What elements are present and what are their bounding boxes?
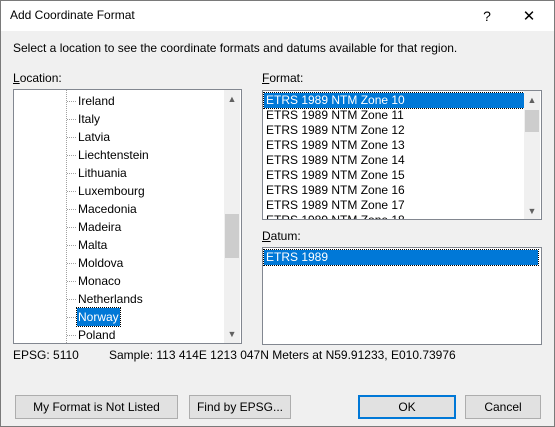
format-item[interactable]: ETRS 1989 NTM Zone 12 — [264, 123, 528, 138]
tree-connector-line — [66, 90, 67, 343]
tree-branch-line — [67, 299, 76, 300]
find-by-epsg-button[interactable]: Find by EPSG... — [189, 395, 291, 419]
epsg-code: EPSG: 5110 — [13, 348, 79, 362]
format-item[interactable]: ETRS 1989 NTM Zone 18 — [264, 213, 528, 219]
location-item-label: Ireland — [78, 94, 115, 108]
help-icon[interactable]: ? — [470, 1, 504, 31]
datum-label-text: atum: — [270, 229, 301, 243]
location-item-label: Liechtenstein — [78, 148, 149, 162]
add-coordinate-format-dialog: Add Coordinate Format ? ✕ Select a locat… — [0, 0, 555, 427]
datum-item[interactable]: ETRS 1989 — [263, 249, 539, 266]
location-item-label: Luxembourg — [78, 184, 145, 198]
format-item[interactable]: ETRS 1989 NTM Zone 17 — [264, 198, 528, 213]
close-icon[interactable]: ✕ — [512, 1, 546, 31]
tree-branch-line — [67, 209, 76, 210]
window-title: Add Coordinate Format — [10, 8, 135, 22]
datum-label-accesskey: D — [262, 229, 271, 243]
my-format-not-listed-button[interactable]: My Format is Not Listed — [15, 395, 178, 419]
format-label-text: ormat: — [269, 71, 304, 85]
tree-branch-line — [67, 335, 76, 336]
format-scroll-thumb[interactable] — [525, 110, 539, 132]
location-item-label: Macedonia — [78, 202, 137, 216]
tree-branch-line — [67, 119, 76, 120]
location-item-label: Latvia — [78, 130, 111, 144]
location-scrollbar[interactable]: ▲ ▼ — [224, 90, 240, 343]
location-item-label: Netherlands — [78, 292, 143, 306]
tree-branch-line — [67, 137, 76, 138]
location-item-label: Norway — [76, 307, 121, 327]
scroll-down-icon[interactable]: ▼ — [224, 325, 240, 342]
tree-branch-line — [67, 173, 76, 174]
title-bar: Add Coordinate Format ? ✕ — [1, 1, 554, 31]
location-item-label: Malta — [78, 238, 108, 252]
datum-list[interactable]: ETRS 1989 — [262, 247, 542, 345]
scroll-up-icon[interactable]: ▲ — [524, 91, 540, 108]
format-scrollbar[interactable]: ▲ ▼ — [524, 91, 540, 219]
format-list[interactable]: ETRS 1989 NTM Zone 10 ETRS 1989 NTM Zone … — [262, 90, 542, 220]
location-tree[interactable]: Ireland Italy Latvia Liechtenstein Lithuania… — [13, 89, 242, 344]
format-item[interactable]: ETRS 1989 NTM Zone 11 — [264, 108, 528, 123]
location-item-label: Lithuania — [78, 166, 127, 180]
location-label-accesskey: L — [13, 71, 20, 85]
tree-branch-line — [67, 263, 76, 264]
location-scroll-thumb[interactable] — [225, 214, 239, 258]
location-item-label: Poland — [78, 328, 116, 342]
format-item[interactable]: ETRS 1989 NTM Zone 14 — [264, 153, 528, 168]
format-item[interactable]: ETRS 1989 NTM Zone 13 — [264, 138, 528, 153]
location-label-text: ocation: — [19, 71, 62, 85]
cancel-button[interactable]: Cancel — [465, 395, 541, 419]
tree-branch-line — [67, 245, 76, 246]
tree-branch-line — [67, 155, 76, 156]
sample-coordinates: Sample: 113 414E 1213 047N Meters at N59… — [109, 348, 456, 362]
tree-branch-line — [67, 317, 76, 318]
tree-branch-line — [67, 281, 76, 282]
location-item-label: Monaco — [78, 274, 121, 288]
scroll-up-icon[interactable]: ▲ — [224, 90, 240, 107]
scroll-down-icon[interactable]: ▼ — [524, 202, 540, 219]
format-item[interactable]: ETRS 1989 NTM Zone 16 — [264, 183, 528, 198]
tree-branch-line — [67, 101, 76, 102]
datum-label: Datum: — [262, 229, 301, 243]
location-item-label: Italy — [78, 112, 101, 126]
location-item-label: Moldova — [78, 256, 124, 270]
tree-branch-line — [67, 191, 76, 192]
ok-button[interactable]: OK — [358, 395, 456, 419]
tree-branch-line — [67, 227, 76, 228]
format-item[interactable]: ETRS 1989 NTM Zone 10 — [263, 92, 529, 109]
format-label: Format: — [262, 71, 303, 85]
location-label: Location: — [13, 71, 62, 85]
location-item-label: Madeira — [78, 220, 122, 234]
format-item[interactable]: ETRS 1989 NTM Zone 15 — [264, 168, 528, 183]
instructions-text: Select a location to see the coordinate … — [13, 41, 458, 55]
